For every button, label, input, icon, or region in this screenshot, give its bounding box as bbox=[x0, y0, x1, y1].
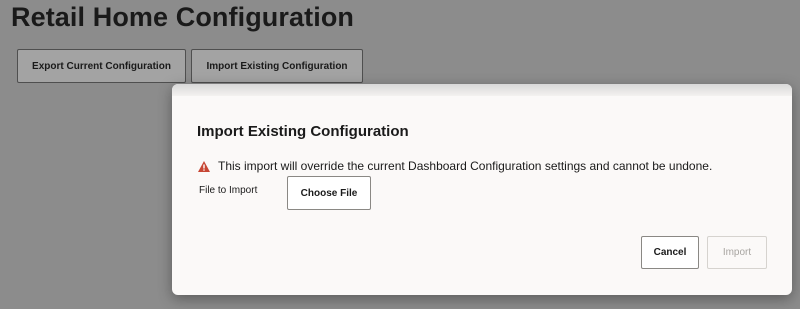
page-title: Retail Home Configuration bbox=[11, 2, 355, 32]
import-button[interactable]: Import bbox=[707, 236, 767, 269]
choose-file-button[interactable]: Choose File bbox=[287, 176, 371, 210]
dialog-title: Import Existing Configuration bbox=[197, 123, 409, 140]
warning-triangle-icon bbox=[198, 160, 210, 172]
cancel-button[interactable]: Cancel bbox=[641, 236, 699, 269]
warning-message: This import will override the current Da… bbox=[198, 159, 712, 173]
export-configuration-button[interactable]: Export Current Configuration bbox=[17, 49, 186, 83]
import-configuration-button[interactable]: Import Existing Configuration bbox=[191, 49, 363, 83]
dialog-header bbox=[172, 84, 792, 96]
import-dialog: Import Existing Configuration This impor… bbox=[172, 84, 792, 295]
file-to-import-label: File to Import bbox=[199, 185, 258, 196]
warning-text: This import will override the current Da… bbox=[218, 159, 713, 173]
